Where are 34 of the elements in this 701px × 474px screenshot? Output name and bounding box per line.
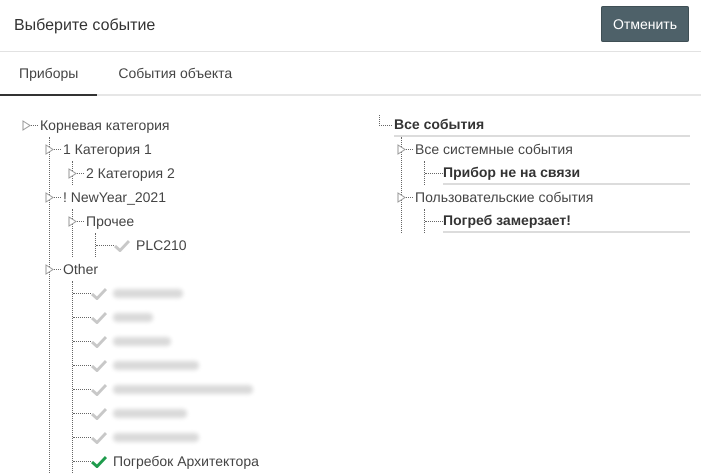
check-icon[interactable]	[91, 358, 107, 372]
expand-icon[interactable]	[45, 144, 54, 154]
event-item[interactable]: Все события	[394, 113, 690, 137]
expand-icon[interactable]	[397, 144, 406, 154]
expand-icon[interactable]	[68, 216, 77, 226]
cancel-button[interactable]: Отменить	[601, 6, 689, 42]
expand-icon[interactable]	[45, 192, 54, 202]
check-icon[interactable]	[91, 310, 107, 324]
dialog-title: Выберите событие	[14, 16, 156, 34]
check-icon[interactable]	[91, 406, 107, 420]
tree-item[interactable]: Пользовательские события	[415, 189, 594, 205]
expand-icon[interactable]	[45, 264, 54, 274]
tree-item[interactable]: 2 Категория 2	[86, 165, 175, 181]
tree-item[interactable]: Корневая категория	[40, 117, 170, 133]
tab[interactable]: События объекта	[99, 52, 252, 94]
check-icon[interactable]	[91, 286, 107, 300]
check-icon[interactable]	[114, 238, 130, 252]
expand-icon[interactable]	[22, 120, 31, 130]
tree-item[interactable]: Прочее	[86, 213, 134, 229]
check-icon[interactable]	[91, 382, 107, 396]
expand-icon[interactable]	[68, 168, 77, 178]
tree-item[interactable]: Other	[63, 261, 98, 277]
check-icon[interactable]	[91, 430, 107, 444]
tree-item[interactable]: ! NewYear_2021	[63, 189, 166, 205]
tab[interactable]: Приборы	[0, 52, 98, 96]
check-icon[interactable]	[91, 454, 107, 468]
tree-item[interactable]: PLC210	[136, 237, 187, 253]
tree-item[interactable]: 1 Категория 1	[63, 141, 152, 157]
tree-item[interactable]: Погребок Архитектора	[113, 453, 259, 469]
event-item[interactable]: Прибор не на связи	[443, 161, 690, 185]
expand-icon[interactable]	[397, 192, 406, 202]
check-icon[interactable]	[91, 334, 107, 348]
event-item[interactable]: Погреб замерзает!	[443, 209, 690, 233]
tree-item[interactable]: Все системные события	[415, 141, 573, 157]
